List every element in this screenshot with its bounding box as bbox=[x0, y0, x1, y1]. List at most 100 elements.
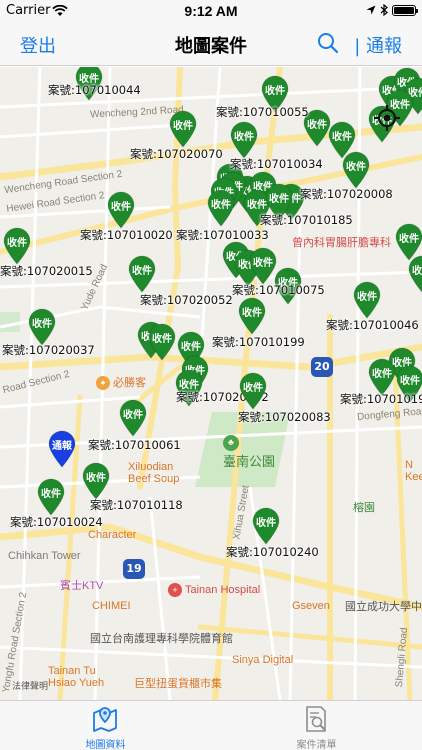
report-button[interactable]: | 通報 bbox=[354, 32, 402, 58]
poi-xiluodian[interactable]: Xiluodian Beef Soup bbox=[128, 461, 179, 485]
poi-label: 巨型扭蛋貨櫃市集 bbox=[134, 678, 222, 690]
battery-icon bbox=[392, 4, 418, 16]
highway-shield-19: 19 bbox=[123, 559, 145, 579]
search-icon[interactable] bbox=[316, 31, 340, 55]
pin-label: 收件 bbox=[234, 132, 254, 143]
pin-label: 收件 bbox=[181, 342, 201, 353]
case-pin-cluster[interactable]: 收件 bbox=[407, 255, 422, 293]
case-pin[interactable]: 收件 bbox=[251, 507, 281, 545]
poi-chihkan[interactable]: Chihkan Tower bbox=[8, 550, 81, 562]
case-pin[interactable]: 收件 bbox=[168, 110, 198, 148]
case-pin[interactable]: 收件 bbox=[36, 478, 66, 516]
case-number-label: 案號:107010046 bbox=[326, 318, 419, 332]
case-pin[interactable]: 收件 bbox=[238, 372, 268, 410]
case-number-label: 案號:107020070 bbox=[130, 147, 223, 161]
pin-label: 收件 bbox=[111, 202, 131, 213]
case-number-label: 案號:107020015 bbox=[0, 264, 93, 278]
poi-sinya[interactable]: Sinya Digital bbox=[232, 654, 293, 666]
document-search-icon bbox=[306, 706, 326, 732]
poi-gseven[interactable]: Gseven bbox=[292, 600, 330, 612]
pin-label: 通報 bbox=[52, 441, 72, 452]
poi-label: 賓士KTV bbox=[60, 580, 104, 592]
report-pin[interactable]: 通報 bbox=[47, 430, 77, 468]
tab-case-list[interactable]: 案件清單 bbox=[211, 701, 422, 750]
case-pin[interactable]: 收件 bbox=[237, 297, 267, 335]
case-pin[interactable]: 收件 bbox=[127, 255, 157, 293]
case-number-label: 案號:107020037 bbox=[2, 343, 95, 357]
poi-tainantu[interactable]: Tainan Tu Hsiao Yueh bbox=[48, 665, 104, 689]
case-pin[interactable]: 收件 bbox=[229, 121, 259, 159]
poi-label: 國立成功大學中 bbox=[345, 601, 422, 613]
current-location-icon[interactable] bbox=[374, 105, 400, 131]
case-pin[interactable]: 收件 bbox=[2, 227, 32, 265]
case-number-label: 案號:107010118 bbox=[90, 498, 183, 512]
poi-character[interactable]: Character bbox=[88, 529, 136, 541]
highway-shield-20: 20 bbox=[311, 357, 333, 377]
navigation-bar: 登出 地圖案件 | 通報 bbox=[0, 22, 422, 66]
pin-label: 收件 bbox=[243, 383, 263, 394]
case-pin[interactable]: 收件 bbox=[106, 191, 136, 229]
case-number-label: 案號:107010044 bbox=[48, 83, 141, 97]
case-number-label: 案號:107010020 bbox=[80, 228, 173, 242]
pin-label: 收件 bbox=[399, 234, 419, 245]
poi-label: 榕園 bbox=[353, 502, 375, 514]
location-arrow-icon bbox=[366, 5, 376, 15]
restaurant-icon: ✦ bbox=[96, 376, 110, 391]
poi-label: Kee bbox=[405, 471, 422, 483]
poi-nursing[interactable]: 國立台南護理專科學院體育館 bbox=[90, 630, 233, 646]
tree-icon: ♣ bbox=[223, 434, 239, 451]
case-pin[interactable]: 收件 bbox=[118, 399, 148, 437]
poi-label: Hsiao Yueh bbox=[48, 677, 105, 689]
pin-label: 收件 bbox=[123, 410, 143, 421]
poi-label: Tainan Tu bbox=[48, 665, 96, 677]
poi-kee[interactable]: N Kee bbox=[405, 459, 422, 483]
pin-label: 收件 bbox=[86, 473, 106, 484]
poi-chimei[interactable]: CHIMEI bbox=[92, 600, 131, 612]
case-pin[interactable]: 收件 bbox=[206, 189, 236, 227]
pin-label: 收件 bbox=[256, 518, 276, 529]
case-pin[interactable]: 收件 bbox=[27, 308, 57, 346]
pin-label: 收件 bbox=[265, 86, 285, 97]
pin-label: 收件 bbox=[412, 266, 422, 277]
pin-label: 收件 bbox=[173, 121, 193, 132]
poi-label: Tainan Hospital bbox=[185, 583, 261, 596]
map-view[interactable]: Wencheng 2nd Road Wencheng Road Section … bbox=[0, 67, 422, 700]
case-number-label: 案號:107010240 bbox=[226, 545, 319, 559]
poi-hospital[interactable]: + Tainan Hospital bbox=[168, 583, 260, 597]
tab-label: 案件清單 bbox=[296, 740, 337, 750]
logout-button[interactable]: 登出 bbox=[20, 32, 56, 58]
status-right bbox=[366, 4, 418, 16]
poi-ncku[interactable]: 國立成功大學中 bbox=[345, 598, 422, 614]
case-number-label: 案號:107010075 bbox=[232, 283, 325, 297]
case-pin[interactable]: 收件 bbox=[341, 151, 371, 189]
poi-label: 國立台南護理專科學院體育館 bbox=[90, 633, 233, 645]
legal-link[interactable]: 法律聲明 bbox=[12, 679, 48, 692]
case-number-label: 案號:107020008 bbox=[300, 187, 393, 201]
poi-label: Chihkan Tower bbox=[8, 550, 81, 562]
pin-label: 收件 bbox=[32, 319, 52, 330]
poi-label: Xiluodian bbox=[128, 461, 174, 473]
poi-label: Sinya Digital bbox=[232, 654, 294, 666]
case-number-label: 案號:107010033 bbox=[176, 228, 269, 242]
poi-label: 必勝客 bbox=[113, 377, 146, 389]
status-time: 9:12 AM bbox=[184, 3, 238, 19]
poi-garden[interactable]: 榕園 bbox=[353, 499, 375, 515]
pin-label: 收件 bbox=[152, 334, 172, 345]
case-pin-cluster[interactable]: 收件 bbox=[147, 323, 177, 361]
poi-ktv[interactable]: 賓士KTV bbox=[60, 577, 103, 593]
poi-claw[interactable]: 巨型扭蛋貨櫃市集 bbox=[134, 675, 222, 691]
poi-label: CHIMEI bbox=[92, 600, 131, 612]
case-number-label: 案號:107010024 bbox=[10, 515, 103, 529]
case-number-label: 案號:107010197 bbox=[340, 392, 422, 406]
case-pin[interactable]: 收件 bbox=[81, 462, 111, 500]
poi-tainan-park[interactable]: ♣ 臺南公園 bbox=[223, 434, 275, 470]
hospital-icon: + bbox=[168, 583, 182, 597]
poi-pizza-hut[interactable]: ✦ 必勝客 bbox=[96, 374, 146, 391]
poi-clinic[interactable]: 曾內科胃腸肝膽專科 bbox=[292, 234, 391, 250]
case-pin[interactable]: 收件 bbox=[352, 281, 382, 319]
case-number-label: 案號:107010199 bbox=[212, 335, 305, 349]
tab-map-data[interactable]: 地圖資料 bbox=[0, 701, 211, 750]
pin-label: 收件 bbox=[41, 489, 61, 500]
pin-label: 收件 bbox=[346, 162, 366, 173]
bluetooth-icon bbox=[380, 4, 388, 16]
